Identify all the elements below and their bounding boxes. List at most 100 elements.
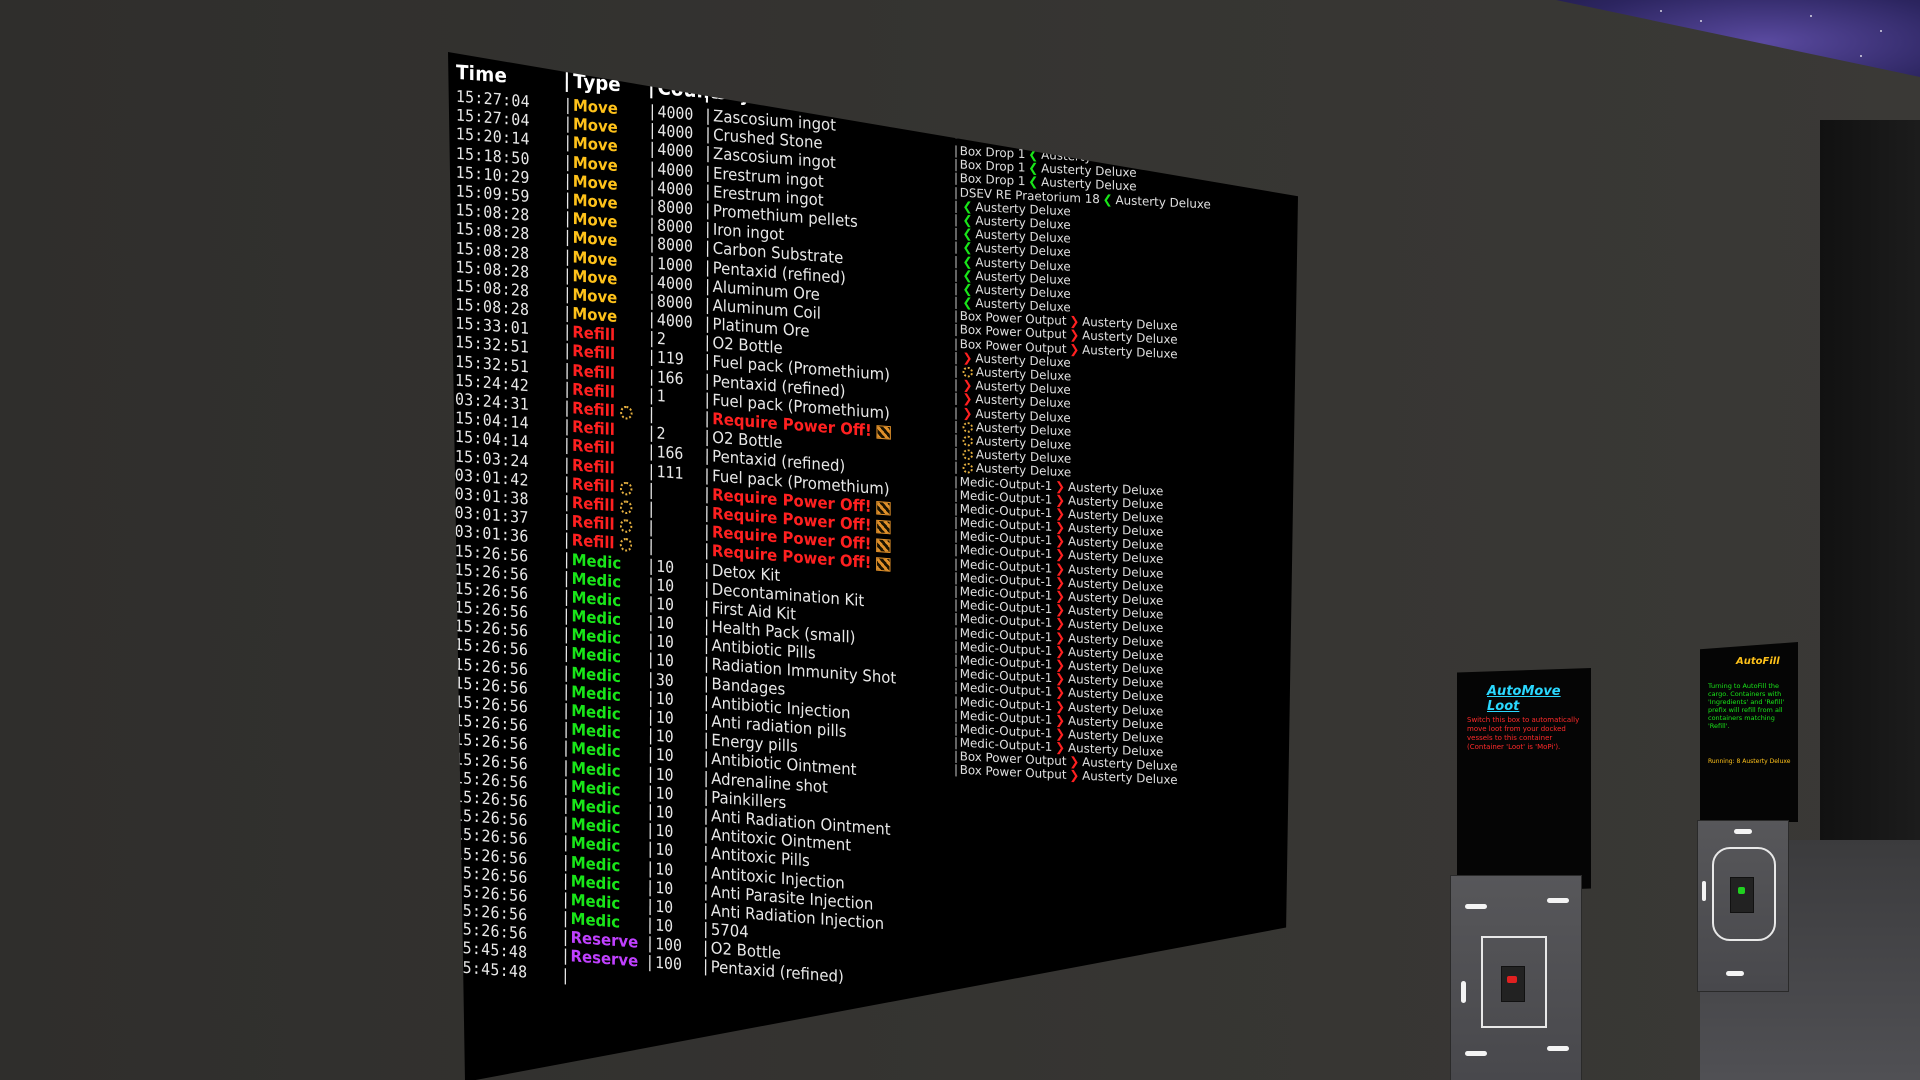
column-separator: |: [702, 522, 712, 542]
arrow-right-icon: ❯: [1055, 588, 1066, 604]
column-separator: |: [561, 643, 571, 664]
automove-toggle-switch[interactable]: [1501, 966, 1525, 1002]
column-separator: |: [562, 322, 572, 342]
column-separator: |: [562, 530, 572, 550]
column-separator: |: [561, 662, 571, 683]
header-type: Type: [573, 70, 621, 97]
column-separator: |: [701, 843, 711, 864]
column-separator: |: [702, 503, 712, 523]
column-separator: |: [702, 541, 712, 561]
corner-light: [1461, 981, 1466, 1003]
column-separator: |: [701, 824, 711, 845]
hazard-icon: [876, 557, 891, 573]
column-separator: |: [645, 952, 655, 973]
column-separator: |: [645, 858, 655, 878]
column-separator: |: [562, 416, 572, 437]
column-separator: |: [646, 480, 656, 500]
column-separator: |: [701, 862, 711, 883]
column-separator: |: [645, 801, 655, 822]
column-separator: |: [561, 757, 571, 777]
column-separator: |: [701, 957, 711, 977]
corner-light: [1702, 881, 1706, 901]
automove-switch-plate[interactable]: [1450, 875, 1582, 1080]
direction-column: Box Drop 1❮Austerty DeluxeBox Drop 1❮Aus…: [954, 143, 1239, 791]
switch-red-led: [1507, 976, 1517, 983]
header-sep: |: [647, 75, 655, 100]
column-separator: |: [702, 559, 712, 580]
corner-light: [1547, 898, 1569, 903]
column-separator: |: [646, 650, 656, 670]
column-separator: |: [563, 114, 573, 134]
column-separator: |: [646, 461, 656, 481]
column-separator: |: [560, 965, 570, 985]
column-separator: |: [646, 707, 656, 727]
column-separator: |: [647, 309, 657, 330]
column-separator: |: [647, 158, 657, 178]
arrow-right-icon: ❯: [962, 349, 973, 365]
autofill-status: Running: 8 Austerty Deluxe: [1708, 758, 1791, 765]
column-separator: |: [703, 200, 713, 220]
column-separator: |: [646, 593, 656, 613]
gear-icon: [962, 449, 973, 461]
column-separator: |: [647, 196, 657, 216]
gear-icon: [962, 435, 973, 447]
column-separator: |: [645, 877, 655, 897]
column-separator: |: [702, 389, 712, 410]
column-separator: |: [702, 446, 712, 466]
column-separator: |: [562, 568, 572, 588]
column-separator: |: [702, 597, 712, 618]
arrow-right-icon: ❯: [1055, 712, 1066, 728]
column-separator: |: [561, 738, 571, 758]
column-separator: |: [563, 208, 573, 229]
column-separator: |: [562, 492, 572, 512]
arrow-right-icon: ❯: [1069, 767, 1080, 783]
arrow-left-icon: ❮: [962, 267, 973, 283]
autofill-switch-plate[interactable]: [1697, 820, 1789, 992]
column-separator: |: [646, 442, 656, 462]
column-separator: |: [561, 681, 571, 702]
arrow-right-icon: ❯: [1055, 491, 1066, 507]
arrow-right-icon: ❯: [1055, 519, 1066, 535]
column-separator: |: [647, 328, 657, 349]
corner-light: [1547, 1046, 1569, 1051]
lcd-panel: Time | Type | Count | Object 15:27:04 | Mo…: [448, 52, 1298, 1080]
column-separator: |: [561, 795, 571, 815]
column-separator: |: [702, 616, 712, 637]
star-icon: [1700, 20, 1702, 22]
arrow-right-icon: ❯: [962, 377, 973, 393]
column-separator: |: [563, 227, 573, 248]
autofill-description: Turning to AutoFill the cargo. Container…: [1708, 682, 1785, 730]
column-separator: |: [562, 435, 572, 456]
column-separator: |: [702, 578, 712, 599]
arrow-left-icon: ❮: [962, 253, 973, 269]
column-separator: |: [563, 133, 573, 153]
star-icon: [1880, 30, 1882, 32]
column-separator: |: [701, 673, 711, 693]
arrow-left-icon: ❮: [962, 239, 973, 255]
arrow-right-icon: ❯: [1069, 313, 1080, 329]
column-separator: |: [561, 832, 571, 853]
hazard-icon: [876, 538, 891, 554]
column-separator: |: [646, 517, 656, 538]
column-separator: |: [562, 284, 572, 304]
autofill-toggle-switch[interactable]: [1730, 877, 1754, 913]
column-separator: |: [647, 290, 657, 311]
column-separator: |: [703, 295, 713, 315]
column-separator: |: [561, 624, 571, 645]
arrow-right-icon: ❯: [1055, 574, 1066, 590]
column-separator: |: [646, 631, 656, 651]
star-icon: [1860, 55, 1862, 57]
arrow-right-icon: ❯: [1069, 754, 1080, 770]
automove-loot-panel: AutoMove Loot Switch this box to automat…: [1457, 668, 1591, 893]
column-separator: |: [701, 900, 711, 920]
column-separator: |: [701, 730, 711, 750]
game-scene: Time | Type | Count | Object 15:27:04 | Mo…: [0, 0, 1920, 1080]
arrow-right-icon: ❯: [1055, 657, 1066, 673]
column-separator: |: [703, 276, 713, 296]
corner-light: [1734, 829, 1752, 834]
column-separator: |: [561, 870, 571, 891]
arrow-left-icon: ❮: [962, 198, 973, 214]
column-separator: |: [701, 881, 711, 901]
column-separator: |: [646, 498, 656, 519]
column-separator: |: [647, 139, 657, 159]
